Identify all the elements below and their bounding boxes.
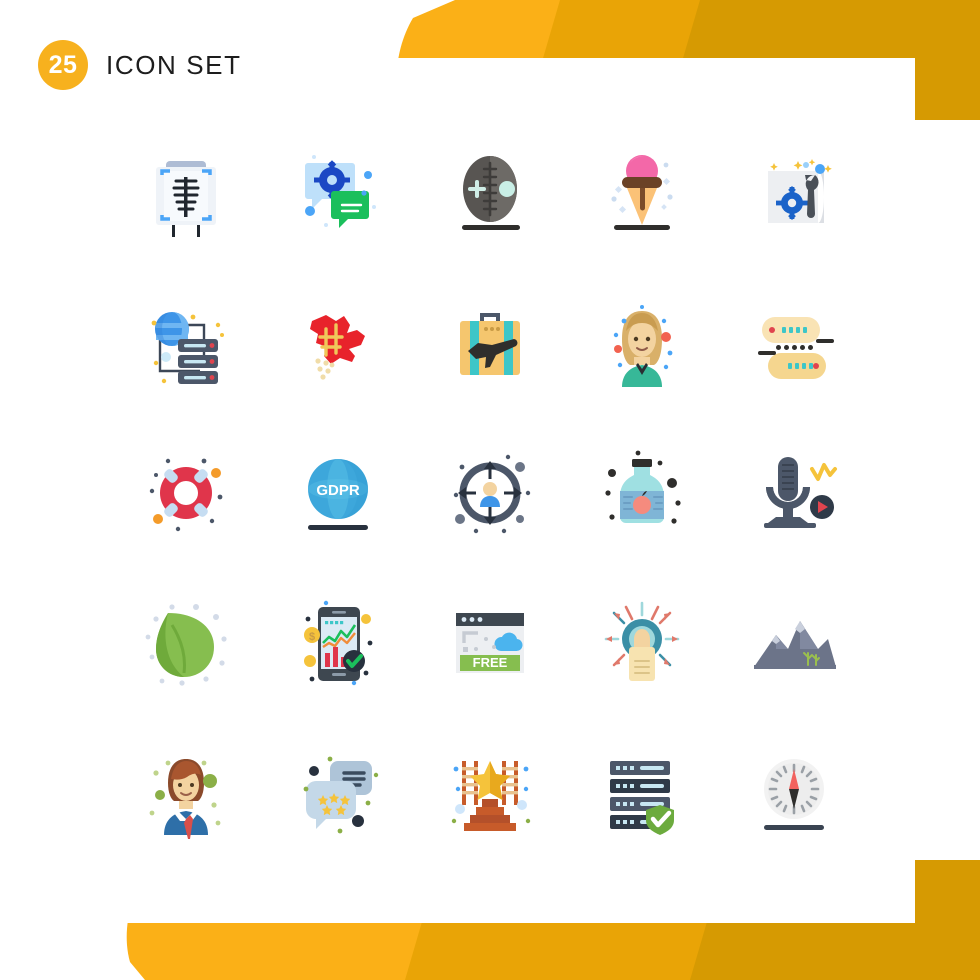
svg-text:$: $ <box>309 631 315 643</box>
icon-cell-rugby-ball-add[interactable] <box>414 118 566 268</box>
businessman-avatar-icon <box>149 759 221 839</box>
mountain-landscape-icon <box>754 621 836 669</box>
gdpr-label: GDPR <box>316 482 360 499</box>
podcast-microphone-icon <box>764 457 837 528</box>
lifebuoy-support-icon <box>149 458 223 532</box>
user-targeting-icon <box>453 454 531 534</box>
apple-juice-bottle-icon <box>605 450 681 524</box>
icon-cell-compass-navigation[interactable] <box>718 718 870 868</box>
compass-navigation-icon <box>764 759 824 830</box>
star-review-chat-icon <box>303 756 379 834</box>
free-website-banner-icon: FREE <box>456 613 524 673</box>
icon-cell-star-review-chat[interactable] <box>262 718 414 868</box>
data-storage-units-icon <box>758 317 834 379</box>
icon-cell-secure-server-shield[interactable] <box>566 718 718 868</box>
icon-cell-data-storage-units[interactable] <box>718 268 870 418</box>
icon-cell-lifebuoy-support[interactable] <box>110 418 262 568</box>
gear-chat-support-icon <box>305 155 376 228</box>
woman-avatar-icon <box>613 305 673 387</box>
secure-server-shield-icon <box>610 761 674 835</box>
icon-cell-businessman-avatar[interactable] <box>110 718 262 868</box>
icon-cell-canada-map[interactable] <box>262 268 414 418</box>
icon-cell-ice-cream-cone[interactable] <box>566 118 718 268</box>
icon-cell-apple-juice-bottle[interactable] <box>566 418 718 568</box>
icon-cell-blueprint-gear-wrench[interactable] <box>718 118 870 268</box>
icon-cell-free-website-banner[interactable]: FREE <box>414 568 566 718</box>
page-title: ICON SET <box>106 49 242 80</box>
icon-cell-user-targeting[interactable] <box>414 418 566 568</box>
icon-cell-ladder-podium-star[interactable] <box>414 718 566 868</box>
gdpr-globe-icon: GDPR <box>308 459 368 530</box>
free-label: FREE <box>473 655 508 670</box>
icon-cell-mountain-landscape[interactable] <box>718 568 870 718</box>
green-leaf-icon <box>145 604 227 686</box>
global-server-network-icon <box>151 312 224 384</box>
rugby-ball-add-icon <box>462 156 520 230</box>
travel-suitcase-flight-icon <box>460 313 520 375</box>
icon-cell-travel-suitcase-flight[interactable] <box>414 268 566 418</box>
icon-cell-gear-chat-support[interactable] <box>262 118 414 268</box>
blueprint-gear-wrench-icon <box>762 159 832 223</box>
icon-cell-podcast-microphone[interactable] <box>718 418 870 568</box>
icon-count-badge: 25 <box>38 40 88 90</box>
icon-cell-green-leaf[interactable] <box>110 568 262 718</box>
canada-map-icon <box>310 315 365 380</box>
ice-cream-cone-icon <box>611 155 673 230</box>
icon-cell-mobile-finance-chart[interactable]: $ <box>262 568 414 718</box>
icon-cell-global-server-network[interactable] <box>110 268 262 418</box>
icon-cell-gdpr-globe[interactable]: GDPR <box>262 418 414 568</box>
icon-cell-xray-scan-board[interactable] <box>110 118 262 268</box>
xray-scan-board-icon <box>156 161 216 237</box>
icon-grid: GDPR $ FREE <box>110 118 870 868</box>
touch-target-finger-icon <box>604 601 680 681</box>
icon-cell-woman-avatar[interactable] <box>566 268 718 418</box>
icon-cell-touch-target-finger[interactable] <box>566 568 718 718</box>
ladder-podium-star-icon <box>451 761 531 831</box>
poster-header: 25 ICON SET <box>38 40 242 90</box>
icon-set-poster: 25 ICON SET GDPR $ FREE <box>0 0 980 980</box>
mobile-finance-chart-icon: $ <box>304 600 373 686</box>
